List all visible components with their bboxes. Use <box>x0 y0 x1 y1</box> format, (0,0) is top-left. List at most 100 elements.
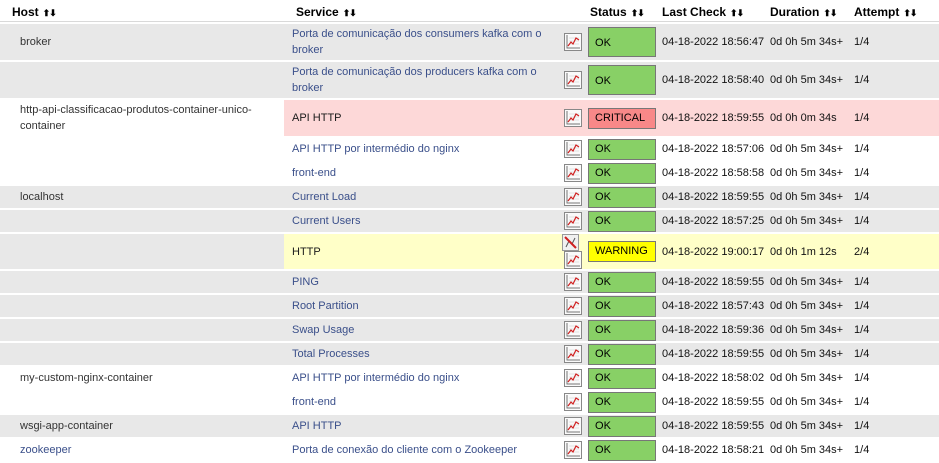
host-name <box>0 138 284 160</box>
performance-graph-icon[interactable] <box>564 345 583 363</box>
performance-graph-icon[interactable] <box>564 297 583 315</box>
service-name-link[interactable]: front-end <box>284 391 550 413</box>
service-icons <box>550 210 587 232</box>
service-name-link[interactable]: Root Partition <box>284 295 550 317</box>
status-badge: OK <box>588 391 657 413</box>
last-check: 04-18-2022 18:57:43 <box>658 295 767 317</box>
sort-arrows-icon[interactable]: ⬆⬇ <box>631 8 645 19</box>
last-check: 04-18-2022 18:58:02 <box>658 367 767 389</box>
performance-graph-icon[interactable] <box>564 441 583 459</box>
service-name-link[interactable]: front-end <box>284 162 550 184</box>
sort-arrows-icon[interactable]: ⬆⬇ <box>823 8 837 19</box>
duration: 0d 0h 5m 34s+ <box>766 138 851 160</box>
duration: 0d 0h 5m 34s+ <box>766 186 851 208</box>
table-row: Total Processes OK 04-18-2022 18:59:55 0d 0… <box>0 343 939 365</box>
service-icons <box>550 138 587 160</box>
attempt: 1/4 <box>850 343 939 365</box>
attempt: 1/4 <box>850 391 939 413</box>
host-name <box>0 162 284 184</box>
status-cell: OK <box>586 391 659 413</box>
performance-graph-icon[interactable] <box>564 212 583 230</box>
last-check: 04-18-2022 18:58:58 <box>658 162 767 184</box>
performance-graph-icon[interactable] <box>564 393 583 411</box>
host-name[interactable]: http-api-classificacao-produtos-containe… <box>0 100 284 136</box>
table-row: front-end OK 04-18-2022 18:58:58 0d 0h 5m 3… <box>0 162 939 184</box>
host-name[interactable]: my-custom-nginx-container <box>0 367 284 389</box>
performance-graph-icon[interactable] <box>564 188 583 206</box>
table-header-row: Host ⬆⬇ Service ⬆⬇ Status ⬆⬇ Last Check ⬆⬇ D… <box>0 2 939 22</box>
status-cell: OK <box>586 295 659 317</box>
status-cell: OK <box>586 415 659 437</box>
sort-arrows-icon[interactable]: ⬆⬇ <box>43 8 57 19</box>
performance-graph-icon[interactable] <box>564 33 583 51</box>
sort-arrows-icon[interactable]: ⬆⬇ <box>730 8 744 19</box>
status-badge: OK <box>588 186 657 208</box>
service-name-link[interactable]: Porta de conexão do cliente com o Zookee… <box>284 439 550 461</box>
service-icons <box>550 439 587 461</box>
service-name-link[interactable]: Porta de comunicação dos producers kafka… <box>284 62 550 98</box>
service-name-link[interactable]: Swap Usage <box>284 319 550 341</box>
attempt: 1/4 <box>850 186 939 208</box>
last-check: 04-18-2022 18:59:55 <box>658 100 767 136</box>
duration: 0d 0h 5m 34s+ <box>766 439 851 461</box>
service-icons <box>550 62 587 98</box>
status-badge: OK <box>588 138 657 160</box>
host-name[interactable]: wsgi-app-container <box>0 415 284 437</box>
table-row: Porta de comunicação dos producers kafka… <box>0 62 939 98</box>
status-cell: OK <box>586 24 659 60</box>
notifications-disabled-icon[interactable] <box>562 234 580 251</box>
service-status-table: Host ⬆⬇ Service ⬆⬇ Status ⬆⬇ Last Check ⬆⬇ D… <box>0 0 939 463</box>
service-name-link[interactable]: Current Load <box>284 186 550 208</box>
performance-graph-icon[interactable] <box>564 164 583 182</box>
last-check: 04-18-2022 18:57:06 <box>658 138 767 160</box>
performance-graph-icon[interactable] <box>564 369 583 387</box>
service-name-link[interactable]: Porta de comunicação dos consumers kafka… <box>284 24 550 60</box>
performance-graph-icon[interactable] <box>564 251 583 269</box>
attempt: 1/4 <box>850 319 939 341</box>
header-host: Host ⬆⬇ <box>0 2 284 22</box>
duration: 0d 0h 5m 34s+ <box>766 415 851 437</box>
sort-arrows-icon[interactable]: ⬆⬇ <box>343 8 357 19</box>
status-badge: WARNING <box>588 241 657 262</box>
status-badge: OK <box>588 162 657 184</box>
host-name[interactable]: broker <box>0 24 284 60</box>
table-row: Root Partition OK 04-18-2022 18:57:43 0d 0h… <box>0 295 939 317</box>
host-name <box>0 319 284 341</box>
performance-graph-icon[interactable] <box>564 109 583 127</box>
service-name-link[interactable]: API HTTP por intermédio do nginx <box>284 367 550 389</box>
host-name[interactable]: zookeeper <box>0 439 284 461</box>
status-cell: OK <box>586 210 659 232</box>
status-badge: OK <box>588 367 657 389</box>
service-name-link[interactable]: HTTP <box>284 234 550 269</box>
attempt: 1/4 <box>850 271 939 293</box>
duration: 0d 0h 5m 34s+ <box>766 210 851 232</box>
status-cell: OK <box>586 62 659 98</box>
performance-graph-icon[interactable] <box>564 417 583 435</box>
status-badge: OK <box>588 343 657 365</box>
performance-graph-icon[interactable] <box>564 140 583 158</box>
host-name[interactable]: localhost <box>0 186 284 208</box>
service-name-link[interactable]: API HTTP <box>284 415 550 437</box>
service-name-link[interactable]: Current Users <box>284 210 550 232</box>
table-row: localhost Current Load OK 04-18-2022 18:59:… <box>0 186 939 208</box>
service-name-link[interactable]: Total Processes <box>284 343 550 365</box>
service-icons <box>550 271 587 293</box>
service-name-link[interactable]: PING <box>284 271 550 293</box>
last-check: 04-18-2022 18:58:40 <box>658 62 767 98</box>
attempt: 1/4 <box>850 367 939 389</box>
header-last-check: Last Check ⬆⬇ <box>658 2 767 22</box>
service-name-link[interactable]: API HTTP <box>284 100 550 136</box>
table-row: front-end OK 04-18-2022 18:59:55 0d 0h 5m 3… <box>0 391 939 413</box>
host-name <box>0 210 284 232</box>
status-badge: OK <box>588 271 657 293</box>
performance-graph-icon[interactable] <box>564 273 583 291</box>
status-cell: OK <box>586 319 659 341</box>
table-row: zookeeper Porta de conexão do cliente com… <box>0 439 939 461</box>
status-cell: OK <box>586 138 659 160</box>
sort-arrows-icon[interactable]: ⬆⬇ <box>903 8 917 19</box>
performance-graph-icon[interactable] <box>564 71 583 89</box>
table-row: API HTTP por intermédio do nginx OK 04-18-… <box>0 138 939 160</box>
performance-graph-icon[interactable] <box>564 321 583 339</box>
service-name-link[interactable]: API HTTP por intermédio do nginx <box>284 138 550 160</box>
host-name <box>0 234 284 269</box>
